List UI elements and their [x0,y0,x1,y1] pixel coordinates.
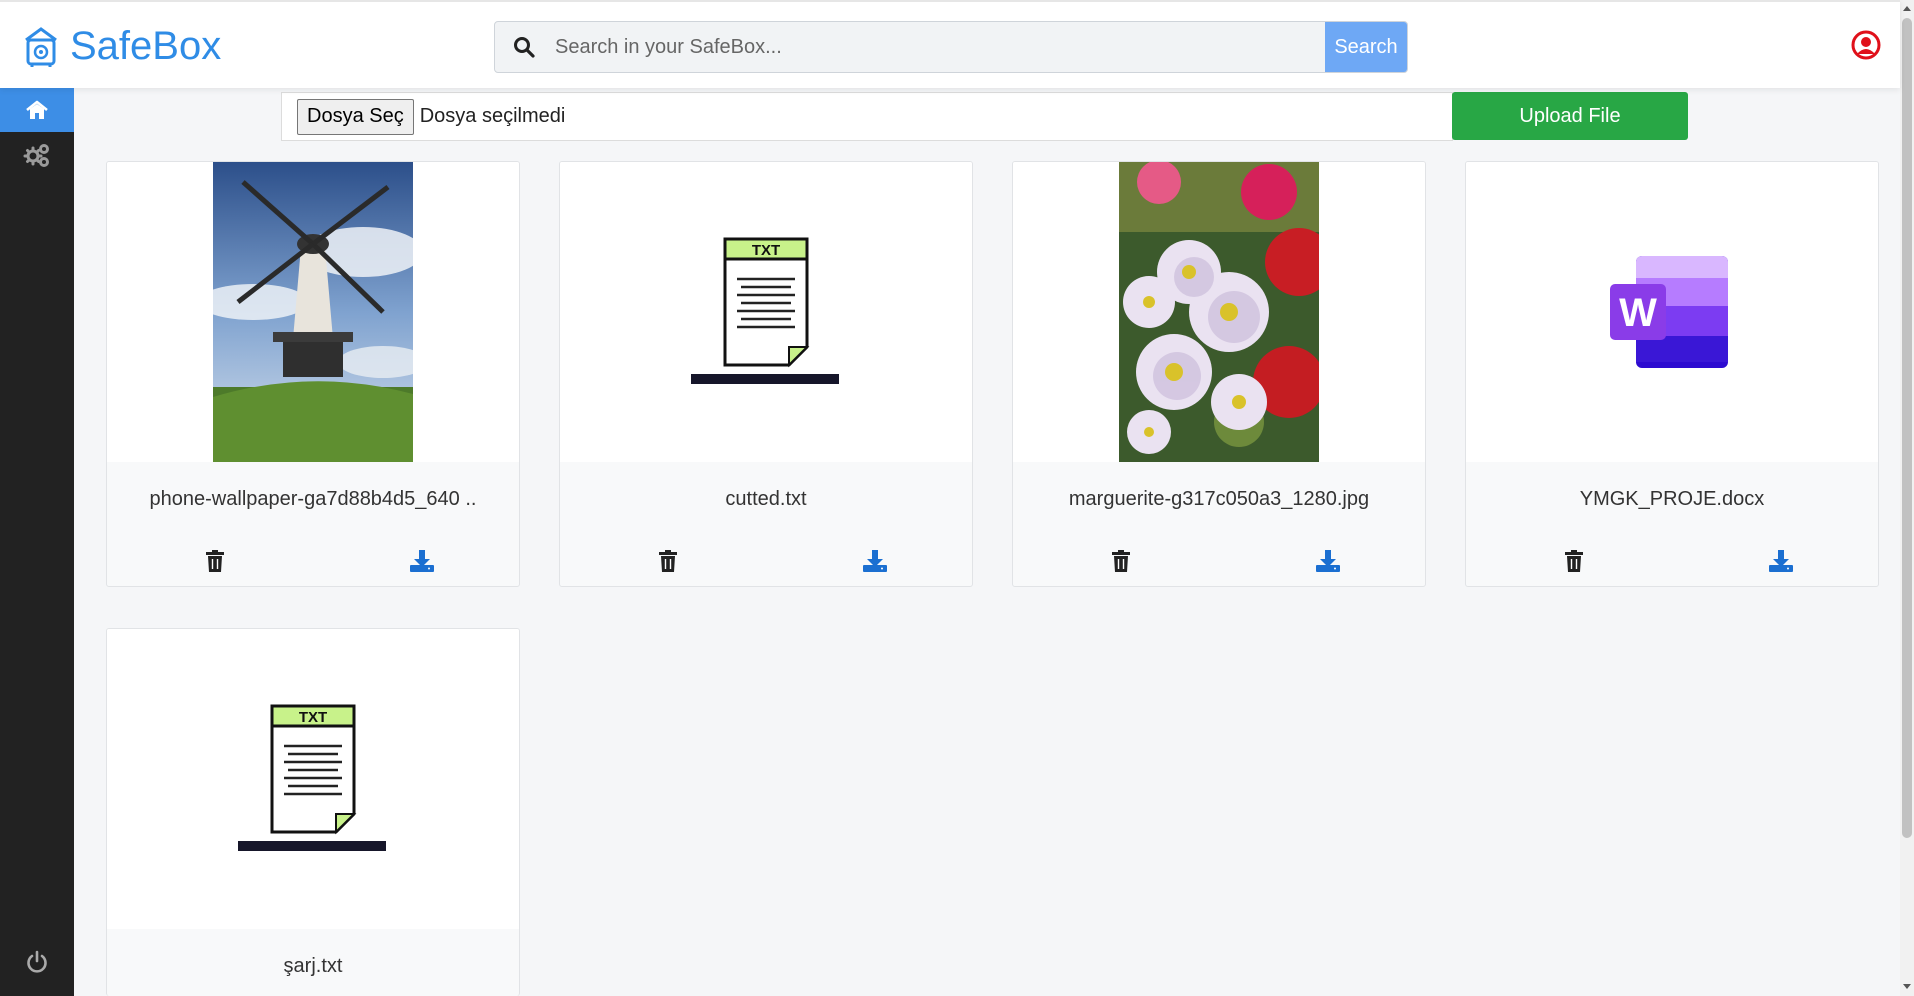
search-bar: Search [494,21,1408,73]
download-icon[interactable] [410,550,434,572]
brand[interactable]: SafeBox [22,24,221,68]
file-card[interactable]: W YMGK_PROJE.docx [1465,161,1879,587]
sidebar-item-settings[interactable] [0,133,74,177]
download-icon[interactable] [1769,550,1793,572]
safe-house-icon [25,27,57,67]
file-status: Dosya seçilmedi [419,105,566,127]
file-card[interactable]: TXT şarj.txt [106,628,520,996]
search-icon-box [495,22,553,72]
logout-button[interactable] [0,940,74,984]
download-icon[interactable] [1316,550,1340,572]
trash-icon[interactable] [658,550,678,572]
file-card[interactable]: TXT cutted.txt [559,161,973,587]
word-docx-icon: W [1610,256,1728,368]
txt-file-icon: TXT [238,704,386,851]
user-circle-icon[interactable] [1851,30,1881,60]
file-name: şarj.txt [283,955,343,977]
txt-file-icon: TXT [691,237,839,384]
trash-icon[interactable] [205,550,225,572]
top-navbar: SafeBox Search [0,0,1900,88]
file-name: marguerite-g317c050a3_1280.jpg [1068,488,1370,510]
download-icon[interactable] [863,550,887,572]
choose-file-button[interactable]: Dosya Seç [297,98,414,135]
thumb-label: TXT [752,242,780,259]
file-thumbnail: TXT [107,629,519,929]
thumb-label: TXT [299,709,327,726]
scroll-up-arrow[interactable] [1903,6,1911,11]
home-icon [26,100,48,119]
file-name: YMGK_PROJE.docx [1579,488,1765,510]
file-input[interactable]: Dosya Seç Dosya seçilmedi [281,92,1453,141]
power-icon [27,950,47,973]
thumb-label: W [1619,291,1657,335]
file-name: phone-wallpaper-ga7d88b4d5_640 .. [149,488,477,510]
sidebar-item-home[interactable] [0,88,74,132]
scroll-thumb[interactable] [1902,18,1912,838]
file-thumbnail: TXT [560,162,972,462]
search-icon [514,37,535,58]
windmill-photo [213,162,413,462]
brand-name: SafeBox [70,24,222,68]
flowers-photo [1119,162,1319,462]
file-thumbnail [1013,162,1425,462]
file-thumbnail [107,162,519,462]
search-button[interactable]: Search [1325,22,1407,72]
scroll-down-arrow[interactable] [1903,984,1911,989]
trash-icon[interactable] [1111,550,1131,572]
sidebar [0,88,74,996]
file-card[interactable]: marguerite-g317c050a3_1280.jpg [1012,161,1426,587]
gears-icon [23,144,49,167]
file-card[interactable]: phone-wallpaper-ga7d88b4d5_640 .. [106,161,520,587]
file-name: cutted.txt [725,488,807,510]
file-thumbnail: W [1466,162,1878,462]
page-scrollbar[interactable] [1900,0,1914,996]
search-input[interactable] [553,22,1325,72]
trash-icon[interactable] [1564,550,1584,572]
upload-file-button[interactable]: Upload File [1452,92,1688,140]
